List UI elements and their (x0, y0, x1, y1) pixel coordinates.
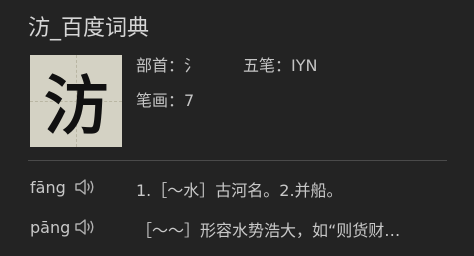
definition-text: 1.［～水］古河名。2.并船。 (136, 181, 343, 200)
page-title: 汸_百度词典 (28, 16, 150, 41)
character-image: 汸 (30, 55, 122, 147)
pinyin-label: pāng (30, 217, 71, 237)
character-glyph: 汸 (44, 69, 108, 144)
wubi-info: 五笔：IYN (243, 56, 318, 75)
pronunciation-row: fāng (30, 175, 96, 199)
pronunciation-row: pāng (30, 215, 96, 239)
pinyin-label: fāng (30, 177, 66, 197)
speaker-icon[interactable] (74, 178, 96, 196)
divider (28, 160, 447, 161)
radical-info: 部首：氵 (136, 56, 201, 75)
speaker-icon[interactable] (74, 218, 96, 236)
strokes-info: 笔画：7 (136, 91, 195, 110)
definition-text: ［～～］形容水势浩大，如“则货财… (136, 221, 401, 240)
